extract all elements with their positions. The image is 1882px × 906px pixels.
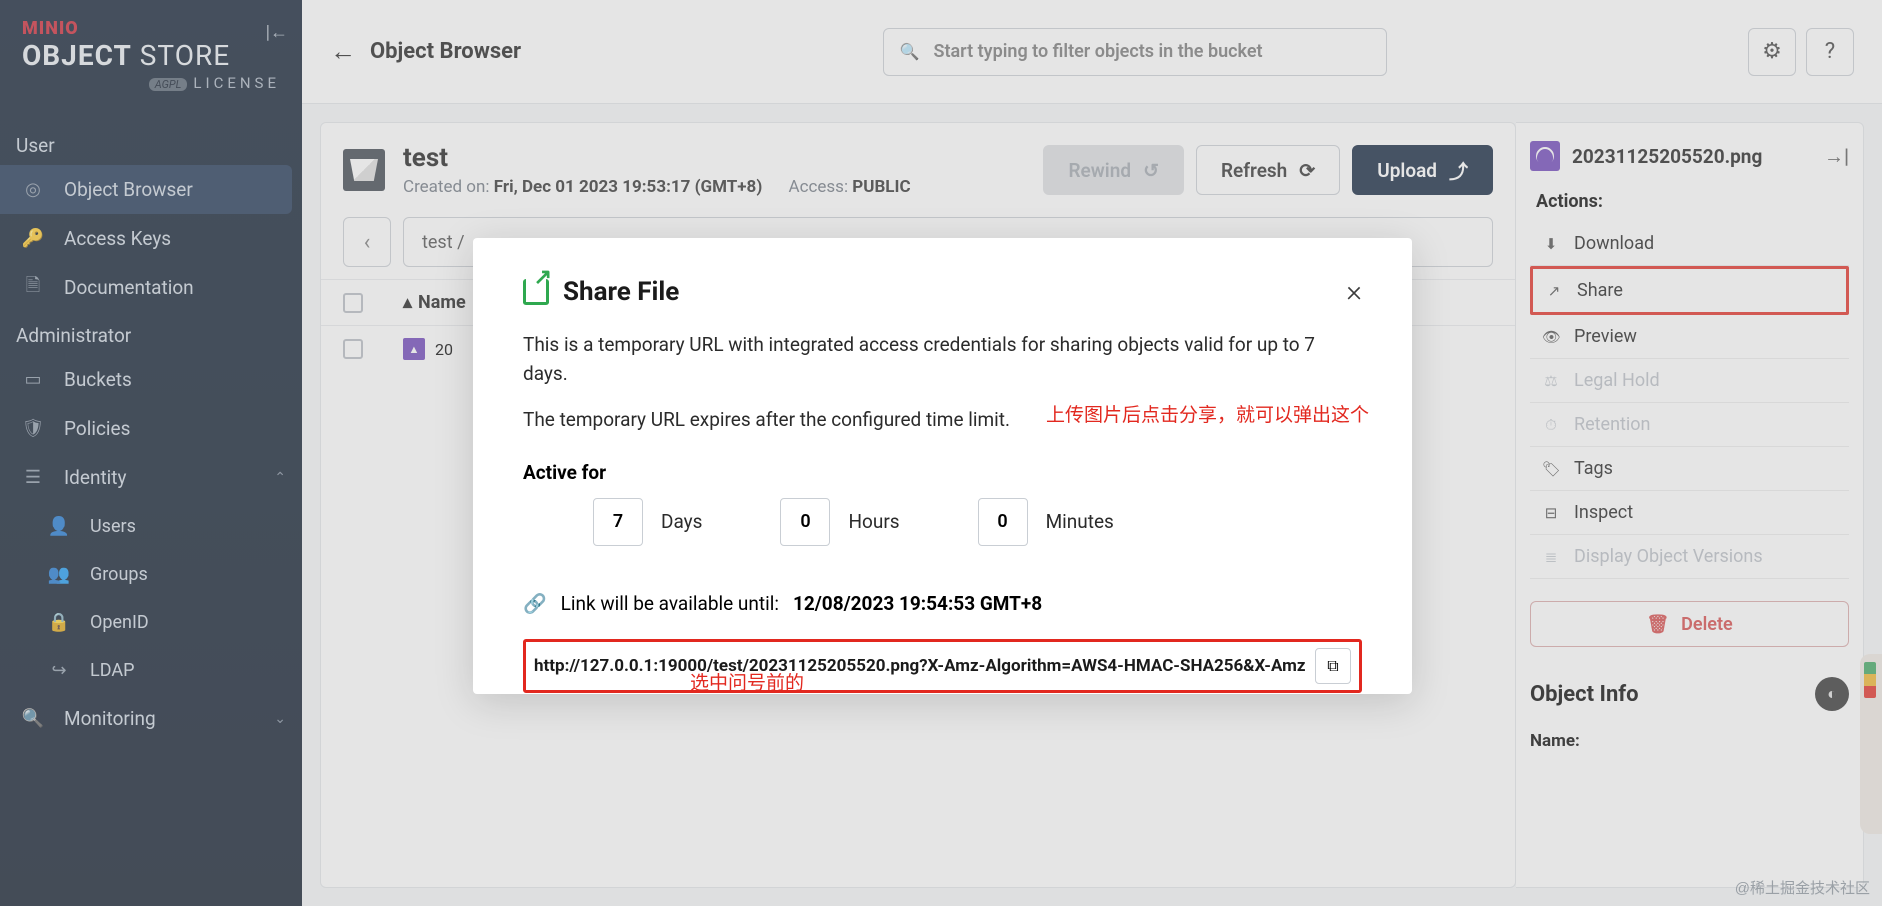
- share-icon: [523, 279, 549, 305]
- copy-icon: ⧉: [1327, 656, 1338, 676]
- share-url-box: http://127.0.0.1:19000/test/202311252055…: [523, 639, 1362, 693]
- days-input[interactable]: [593, 498, 643, 546]
- modal-header: Share File ×: [523, 274, 1362, 309]
- minutes-label: Minutes: [1046, 510, 1114, 533]
- link-expiry-value: 12/08/2023 19:54:53 GMT+8: [793, 592, 1042, 615]
- watermark: @稀土掘金技术社区: [1735, 877, 1870, 898]
- share-url-text[interactable]: http://127.0.0.1:19000/test/202311252055…: [534, 656, 1305, 676]
- annotation-1: 上传图片后点击分享，就可以弹出这个: [1046, 400, 1369, 427]
- modal-title: Share File: [563, 277, 679, 307]
- link-icon: 🔗: [523, 592, 547, 615]
- copy-url-button[interactable]: ⧉: [1315, 648, 1351, 684]
- modal-close-button[interactable]: ×: [1346, 274, 1362, 309]
- modal-description-1: This is a temporary URL with integrated …: [523, 331, 1362, 388]
- hours-input[interactable]: [780, 498, 830, 546]
- hours-label: Hours: [848, 510, 899, 533]
- annotation-2: 选中问号前的: [690, 668, 804, 695]
- days-label: Days: [661, 510, 702, 533]
- duration-inputs: Days Hours Minutes: [523, 498, 1362, 546]
- minutes-input[interactable]: [978, 498, 1028, 546]
- link-expiry-row: 🔗 Link will be available until: 12/08/20…: [523, 592, 1362, 615]
- share-file-modal: Share File × This is a temporary URL wit…: [473, 238, 1412, 694]
- active-for-label: Active for: [523, 461, 1362, 484]
